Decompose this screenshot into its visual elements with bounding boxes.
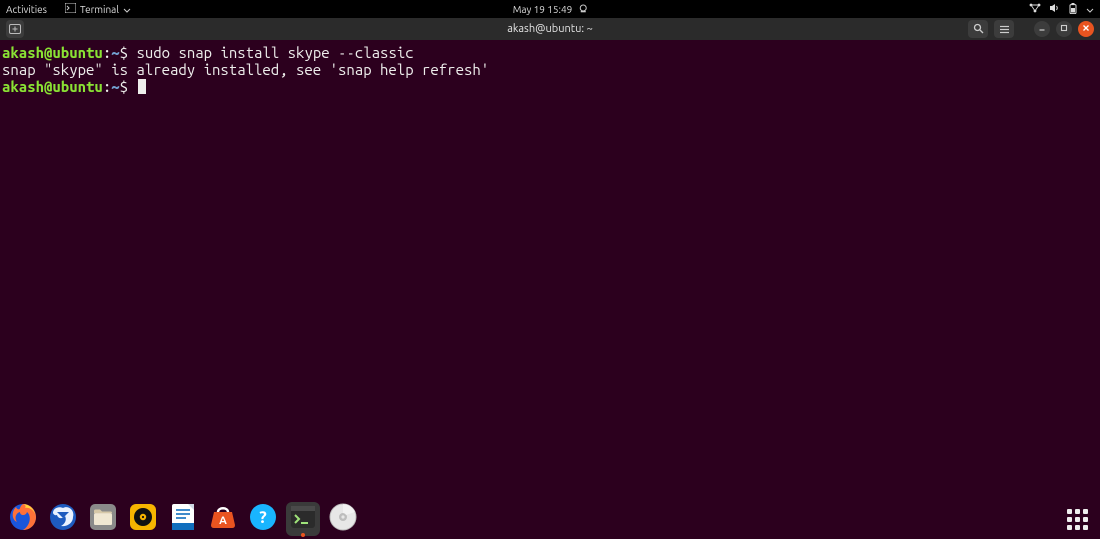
- thunderbird-icon: [48, 502, 78, 536]
- dock-app-thunderbird[interactable]: [46, 502, 80, 536]
- help-icon: ?: [248, 502, 278, 536]
- dock-app-software[interactable]: A: [206, 502, 240, 536]
- close-button[interactable]: [1078, 21, 1094, 37]
- files-icon: [88, 502, 118, 536]
- new-tab-button[interactable]: [6, 20, 24, 38]
- show-applications-button[interactable]: [1060, 502, 1094, 536]
- window-title: akash@ubuntu: ~: [507, 23, 593, 35]
- activities-button[interactable]: Activities: [6, 4, 47, 15]
- clock-label: May 19 15:49: [513, 4, 573, 15]
- notification-icon: [578, 4, 587, 15]
- dock-app-firefox[interactable]: [6, 502, 40, 536]
- app-menu-label: Terminal: [80, 4, 119, 15]
- terminal-line: akash@ubuntu:~$: [2, 78, 1098, 95]
- minimize-icon: [1038, 24, 1046, 34]
- terminal-line: snap "skype" is already installed, see '…: [2, 61, 1098, 78]
- search-button[interactable]: [968, 20, 988, 38]
- chevron-down-icon: [1086, 4, 1094, 15]
- menu-button[interactable]: [994, 20, 1014, 38]
- rhythmbox-icon: [128, 502, 158, 536]
- cursor: [138, 79, 146, 94]
- clock[interactable]: May 19 15:49: [513, 4, 588, 15]
- dock-app-terminal[interactable]: [286, 502, 320, 536]
- libreoffice-writer-icon: [168, 502, 198, 536]
- maximize-button[interactable]: [1056, 21, 1072, 37]
- dock-app-libreoffice-writer[interactable]: [166, 502, 200, 536]
- minimize-button[interactable]: [1034, 21, 1050, 37]
- svg-text:?: ?: [259, 508, 267, 527]
- gnome-topbar: Activities Terminal May 19 15:49: [0, 0, 1100, 18]
- software-icon: A: [208, 502, 238, 536]
- dock-app-help[interactable]: ?: [246, 502, 280, 536]
- terminal-line: akash@ubuntu:~$ sudo snap install skype …: [2, 44, 1098, 61]
- app-menu[interactable]: Terminal: [65, 3, 131, 15]
- terminal-icon: [65, 3, 76, 15]
- dock-app-files[interactable]: [86, 502, 120, 536]
- maximize-icon: [1060, 24, 1068, 34]
- dock-app-disc[interactable]: [326, 502, 360, 536]
- svg-text:A: A: [219, 515, 227, 527]
- battery-icon: [1068, 3, 1078, 16]
- disc-icon: [328, 502, 358, 536]
- terminal-viewport[interactable]: akash@ubuntu:~$ sudo snap install skype …: [0, 40, 1100, 539]
- window-titlebar: akash@ubuntu: ~: [0, 18, 1100, 40]
- firefox-icon: [8, 502, 38, 536]
- search-icon: [973, 20, 984, 38]
- chevron-down-icon: [123, 4, 131, 15]
- network-icon: [1029, 3, 1041, 15]
- dock-app-rhythmbox[interactable]: [126, 502, 160, 536]
- volume-icon: [1049, 3, 1060, 15]
- system-status-area[interactable]: [1029, 3, 1094, 16]
- active-indicator: [301, 533, 305, 537]
- apps-grid-icon: [1067, 509, 1088, 530]
- hamburger-icon: [999, 20, 1010, 38]
- terminal-icon: [288, 502, 318, 536]
- dock: A?: [0, 499, 1100, 539]
- close-icon: [1082, 24, 1090, 34]
